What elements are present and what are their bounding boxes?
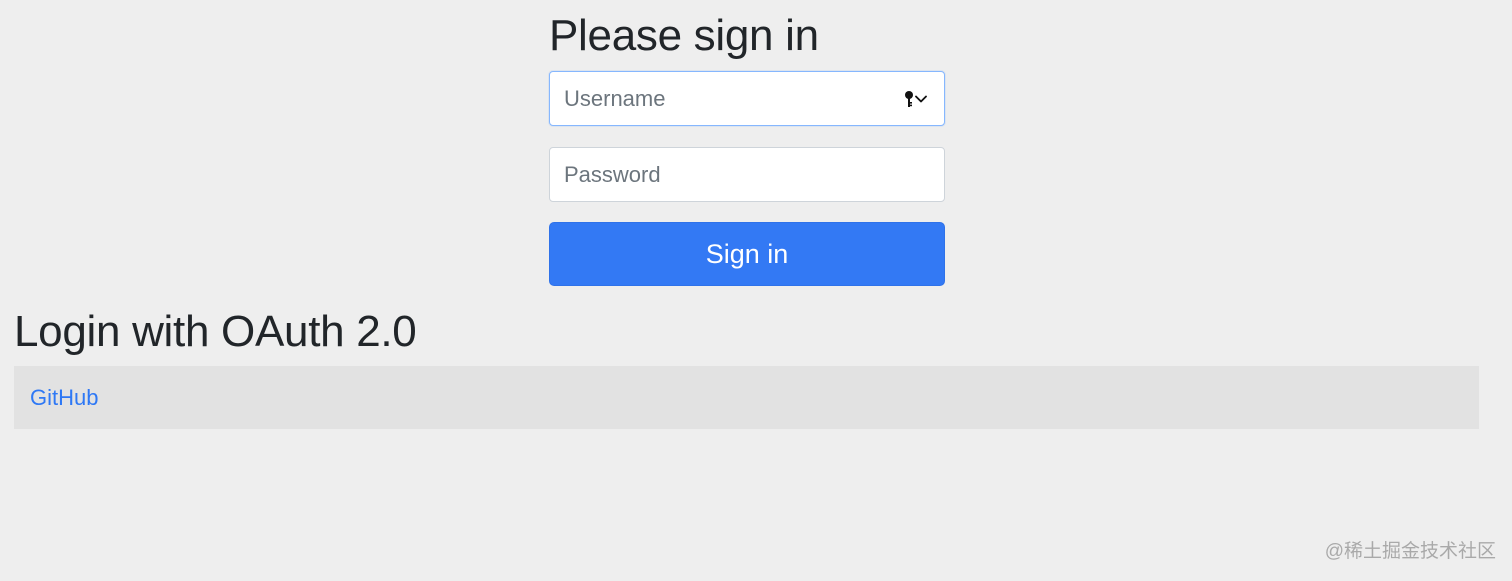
table-row: GitHub	[14, 366, 1479, 429]
key-icon	[905, 91, 913, 107]
username-input[interactable]	[550, 72, 944, 125]
signin-form: Please sign in Sign in	[549, 10, 945, 286]
watermark: @稀土掘金技术社区	[1324, 541, 1496, 562]
password-field-wrapper	[549, 147, 945, 202]
chevron-down-icon	[915, 95, 927, 103]
github-login-link[interactable]: GitHub	[30, 385, 98, 410]
signin-heading: Please sign in	[549, 11, 819, 60]
password-input[interactable]	[550, 148, 944, 201]
oauth-heading: Login with OAuth 2.0	[14, 307, 417, 356]
password-autofill-button[interactable]	[904, 89, 930, 109]
sign-in-button[interactable]: Sign in	[549, 222, 945, 286]
oauth-provider-table: GitHub	[14, 366, 1479, 429]
oauth-provider-cell: GitHub	[14, 366, 1479, 429]
username-field-wrapper	[549, 71, 945, 126]
